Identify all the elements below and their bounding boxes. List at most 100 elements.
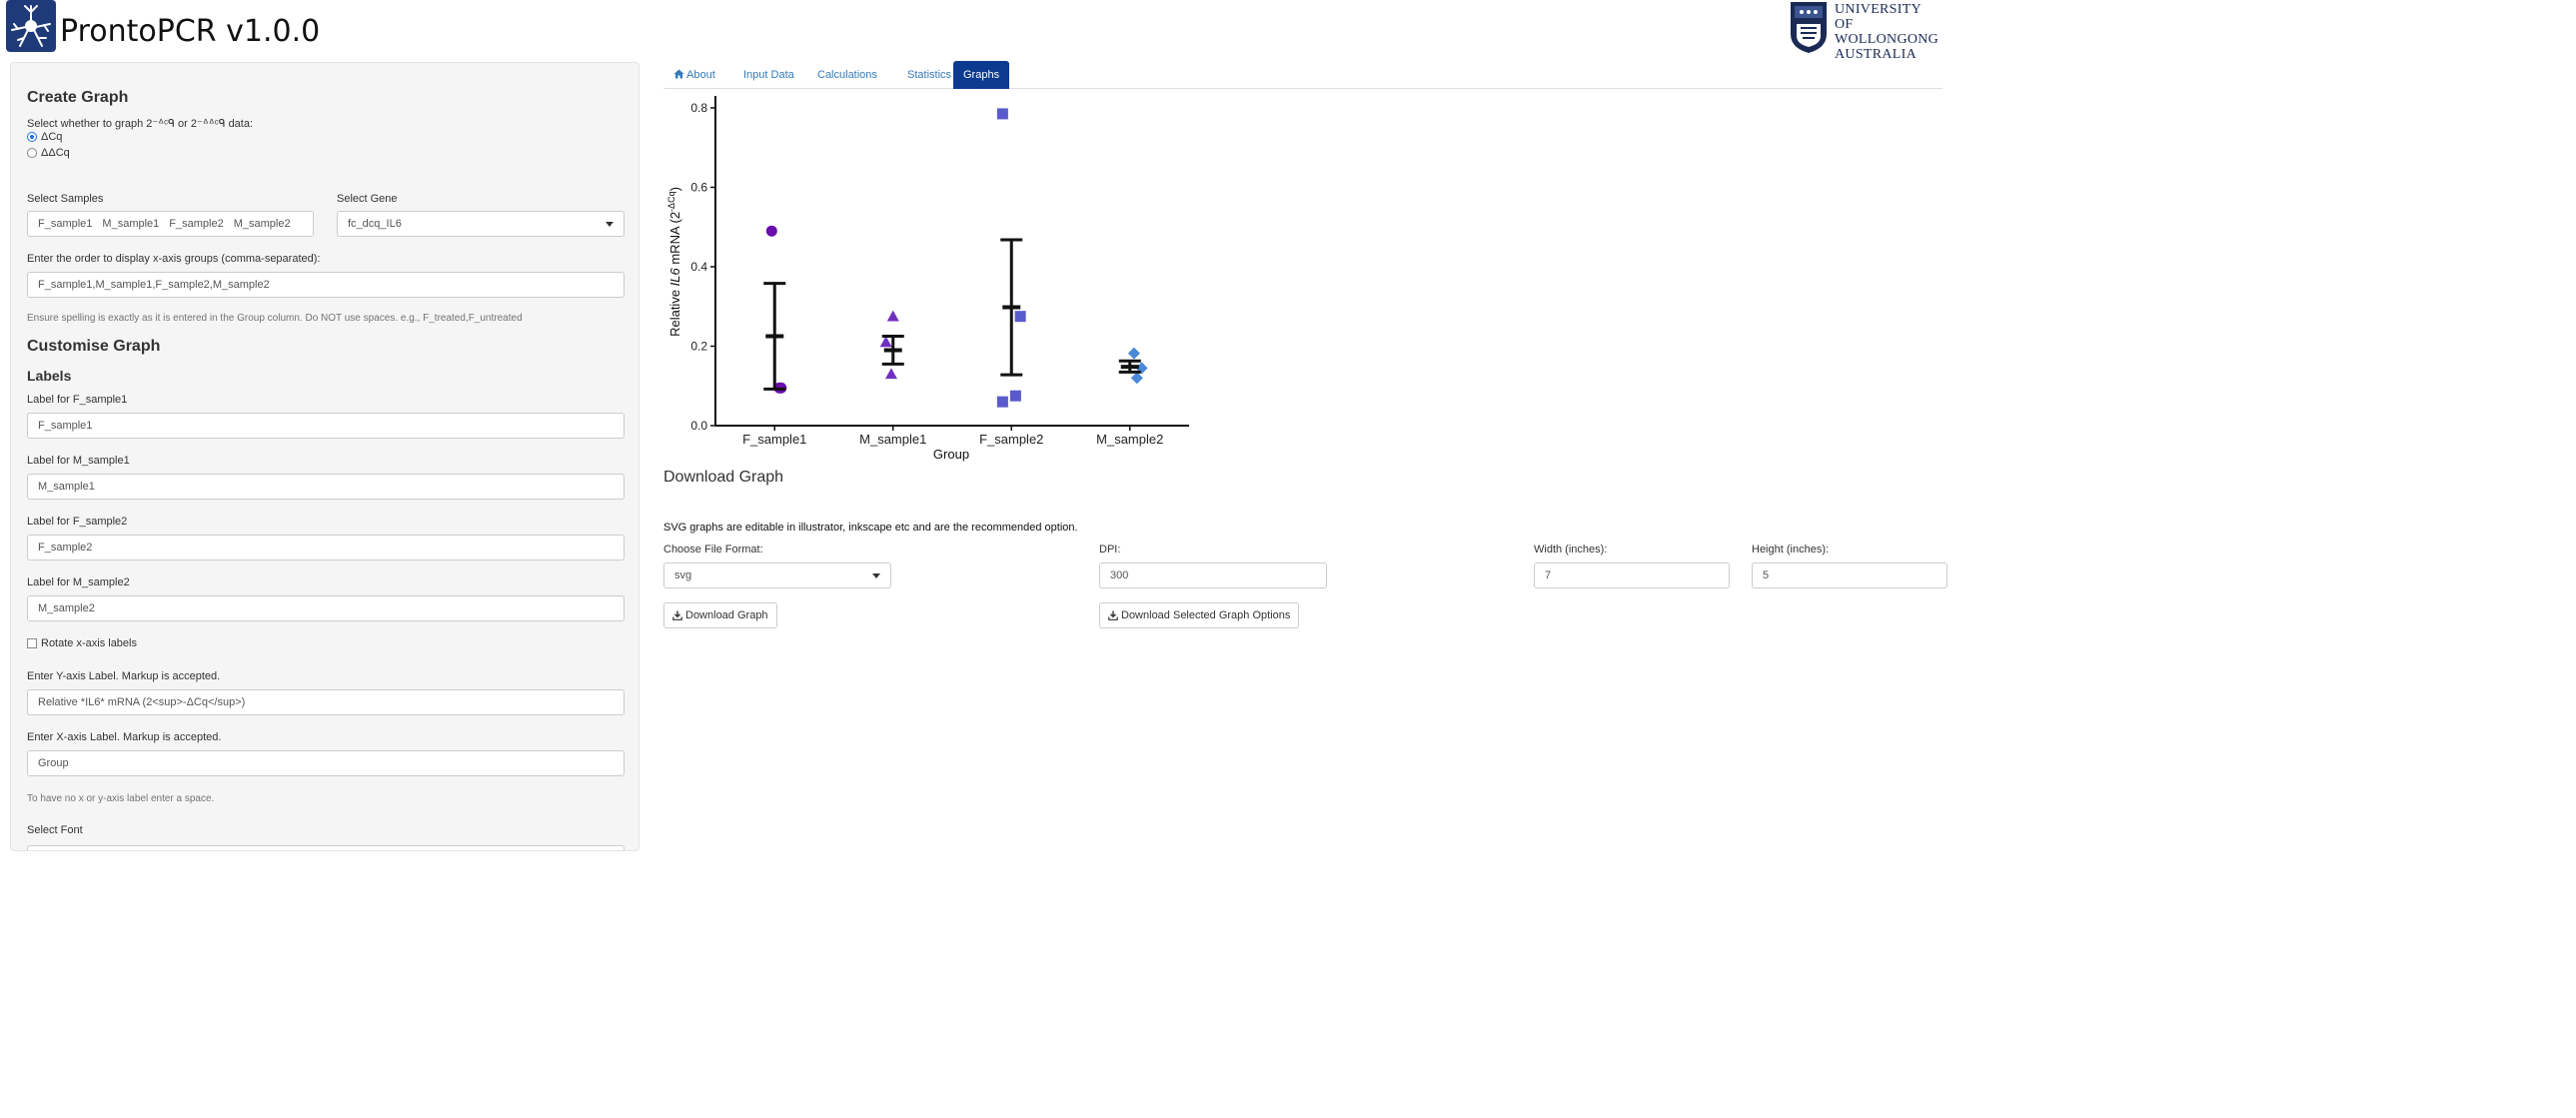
- label-m-sample2-label: Label for M_sample2: [27, 576, 130, 588]
- customise-graph-heading: Customise Graph: [27, 338, 161, 355]
- download-note: SVG graphs are editable in illustrator, …: [663, 522, 1078, 534]
- rotate-x-labels-label: Rotate x-axis labels: [41, 637, 137, 649]
- chart-axes: [714, 96, 1189, 427]
- width-input[interactable]: 7: [1534, 562, 1730, 588]
- data-point-square: [996, 108, 1008, 120]
- x-tick-label: M_sample2: [1096, 432, 1163, 447]
- labels-heading: Labels: [27, 368, 72, 384]
- university-name: UNIVERSITY OF WOLLONGONG AUSTRALIA: [1835, 2, 1958, 62]
- chart-points: [765, 108, 1148, 408]
- tab-statistics[interactable]: Statistics: [897, 61, 961, 89]
- dpi-input[interactable]: 300: [1099, 562, 1327, 588]
- sample-chip[interactable]: M_sample2: [234, 218, 291, 231]
- y-tick-label: 0.8: [690, 101, 707, 115]
- select-font-dropdown[interactable]: [27, 845, 625, 850]
- select-samples-input[interactable]: F_sample1 M_sample1 F_sample2 M_sample2: [27, 211, 314, 237]
- order-help-text: Ensure spelling is exactly as it is ente…: [27, 313, 523, 324]
- sidebar-panel: Create Graph Select whether to graph 2⁻ᐞ…: [10, 62, 640, 851]
- data-point-square: [996, 396, 1008, 408]
- university-line-2: OF WOLLONGONG: [1835, 17, 1939, 47]
- radio-ddcq-label: ΔΔCq: [41, 147, 70, 159]
- y-axis-label-prefix: Relative: [667, 286, 682, 337]
- rotate-x-labels-checkbox[interactable]: Rotate x-axis labels: [27, 637, 137, 649]
- axis-label-help: To have no x or y-axis label enter a spa…: [27, 793, 215, 804]
- select-font-label: Select Font: [27, 824, 83, 836]
- chart-x-ticks: F_sample1 M_sample1 F_sample2 M_sample2: [742, 426, 1163, 447]
- y-tick-label: 0.0: [690, 419, 707, 433]
- download-icon: [672, 610, 682, 620]
- tab-about[interactable]: About: [663, 61, 725, 89]
- height-label: Height (inches):: [1752, 544, 1830, 556]
- dpi-label: DPI:: [1099, 544, 1121, 556]
- label-m-sample1-label: Label for M_sample1: [27, 455, 130, 467]
- il6-expression-chart: 0.0 0.2 0.4 0.6 0.8 F_sample1 M_sample1 F_samp…: [666, 96, 1189, 462]
- data-point-triangle: [884, 368, 897, 380]
- download-options-label: Download Selected Graph Options: [1121, 608, 1291, 621]
- data-point-triangle: [879, 336, 892, 348]
- download-icon: [1108, 610, 1118, 620]
- radio-ddcq-button[interactable]: [27, 148, 37, 158]
- download-graph-heading: Download Graph: [663, 469, 784, 486]
- data-point-square: [1009, 390, 1021, 402]
- radio-dcq-button[interactable]: [27, 132, 37, 142]
- label-f-sample2-label: Label for F_sample2: [27, 516, 128, 528]
- tab-calculations[interactable]: Calculations: [807, 61, 887, 89]
- order-input[interactable]: F_sample1,M_sample1,F_sample2,M_sample2: [27, 272, 625, 298]
- radio-dcq[interactable]: ΔCq: [27, 131, 62, 143]
- select-gene-label: Select Gene: [337, 193, 398, 205]
- checkbox-box[interactable]: [27, 638, 37, 648]
- university-crest-icon: [1791, 2, 1827, 53]
- radio-dcq-label: ΔCq: [41, 131, 63, 143]
- chart-error-bars: [763, 238, 1141, 391]
- university-line-1: UNIVERSITY: [1835, 2, 1922, 17]
- graph-type-prompt: Select whether to graph 2⁻ᐞᶜᑫ or 2⁻ᐞᐞᶜᑫ …: [27, 118, 254, 130]
- data-point-circle: [765, 225, 777, 237]
- sample-chip[interactable]: F_sample2: [169, 218, 223, 231]
- data-point-triangle: [886, 310, 899, 322]
- chart-y-ticks: 0.0 0.2 0.4 0.6 0.8: [690, 101, 715, 433]
- data-point-square: [1014, 311, 1026, 323]
- y-label-input[interactable]: Relative *IL6* mRNA (2<sup>-ΔCq</sup>): [27, 689, 625, 715]
- chevron-down-icon: [872, 573, 880, 578]
- neuron-logo-icon: [6, 0, 56, 52]
- label-m-sample2-input[interactable]: M_sample2: [27, 595, 625, 621]
- create-graph-heading: Create Graph: [27, 89, 129, 106]
- file-format-dropdown[interactable]: svg: [663, 562, 891, 588]
- download-graph-button[interactable]: Download Graph: [663, 602, 777, 628]
- y-axis-label-superscript: -ΔCq: [666, 191, 676, 212]
- tab-graphs[interactable]: Graphs: [953, 61, 1010, 89]
- app-title: ProntoPCR v1.0.0: [60, 14, 321, 49]
- download-graph-label: Download Graph: [685, 608, 768, 621]
- height-input[interactable]: 5: [1752, 562, 1947, 588]
- download-options-button[interactable]: Download Selected Graph Options: [1099, 602, 1300, 628]
- data-point-diamond: [1127, 347, 1140, 360]
- tab-about-label: About: [686, 69, 715, 81]
- tab-input-data[interactable]: Input Data: [733, 61, 804, 89]
- y-axis-label-suffix: mRNA (2: [667, 212, 682, 268]
- x-tick-label: F_sample1: [742, 432, 806, 447]
- y-tick-label: 0.2: [690, 339, 707, 353]
- select-gene-dropdown[interactable]: fc_dcq_IL6: [337, 211, 625, 237]
- y-axis-label: Relative IL6 mRNA (2-ΔCq): [666, 187, 682, 337]
- university-logo: UNIVERSITY OF WOLLONGONG AUSTRALIA: [1789, 0, 1958, 62]
- y-tick-label: 0.4: [690, 260, 707, 274]
- label-f-sample2-input[interactable]: F_sample2: [27, 535, 625, 560]
- home-icon: [673, 69, 684, 79]
- label-f-sample1-label: Label for F_sample1: [27, 394, 128, 406]
- sample-chip[interactable]: F_sample1: [38, 218, 92, 231]
- y-tick-label: 0.6: [690, 180, 707, 194]
- y-axis-label-gene: IL6: [667, 268, 682, 287]
- chevron-down-icon: [606, 222, 614, 227]
- selected-gene-value: fc_dcq_IL6: [348, 218, 402, 230]
- label-m-sample1-input[interactable]: M_sample1: [27, 474, 625, 500]
- width-label: Width (inches):: [1534, 544, 1608, 556]
- university-line-3: AUSTRALIA: [1835, 47, 1918, 62]
- x-label-input[interactable]: Group: [27, 750, 625, 776]
- main-tabs: About Input Data Calculations Statistics…: [663, 61, 1942, 89]
- select-samples-label: Select Samples: [27, 193, 104, 205]
- sample-chip[interactable]: M_sample1: [102, 218, 159, 231]
- y-label-prompt: Enter Y-axis Label. Markup is accepted.: [27, 670, 221, 682]
- radio-ddcq[interactable]: ΔΔCq: [27, 147, 70, 159]
- label-f-sample1-input[interactable]: F_sample1: [27, 413, 625, 439]
- file-format-value: svg: [674, 569, 692, 581]
